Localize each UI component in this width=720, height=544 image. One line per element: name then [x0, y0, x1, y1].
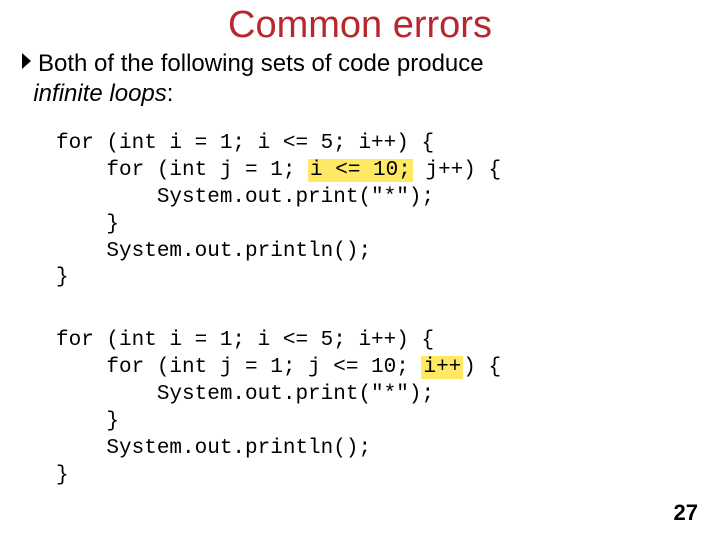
code2-l4: } — [56, 410, 119, 433]
code1-l2b: j++) { — [413, 159, 501, 182]
code2-l2b: ) { — [463, 356, 501, 379]
intro-paragraph: Both of the following sets of code produ… — [20, 49, 720, 109]
slide-title: Common errors — [0, 4, 720, 47]
code1-l5: System.out.println(); — [56, 240, 371, 263]
code2-l6: } — [56, 464, 69, 487]
code1-l6: } — [56, 266, 69, 289]
code1-l1: for (int i = 1; i <= 5; i++) { — [56, 132, 434, 155]
code1-l4: } — [56, 213, 119, 236]
code-block-2: for (int i = 1; i <= 5; i++) { for (int … — [56, 328, 720, 489]
code2-l5: System.out.println(); — [56, 437, 371, 460]
code2-l1: for (int i = 1; i <= 5; i++) { — [56, 329, 434, 352]
code-area: for (int i = 1; i <= 5; i++) { for (int … — [56, 131, 720, 490]
code2-l2a: for (int j = 1; j <= 10; — [56, 356, 421, 379]
code2-highlight: i++ — [421, 356, 463, 379]
page-number: 27 — [674, 500, 698, 526]
code2-l3: System.out.print("*"); — [56, 383, 434, 406]
intro-colon: : — [167, 80, 174, 107]
code1-highlight: i <= 10; — [308, 159, 413, 182]
intro-italic: infinite loops — [33, 80, 166, 107]
code1-l3: System.out.print("*"); — [56, 186, 434, 209]
bullet-icon — [20, 51, 34, 71]
intro-line1: Both of the following sets of code produ… — [38, 50, 484, 77]
code1-l2a: for (int j = 1; — [56, 159, 308, 182]
code-block-1: for (int i = 1; i <= 5; i++) { for (int … — [56, 131, 720, 292]
